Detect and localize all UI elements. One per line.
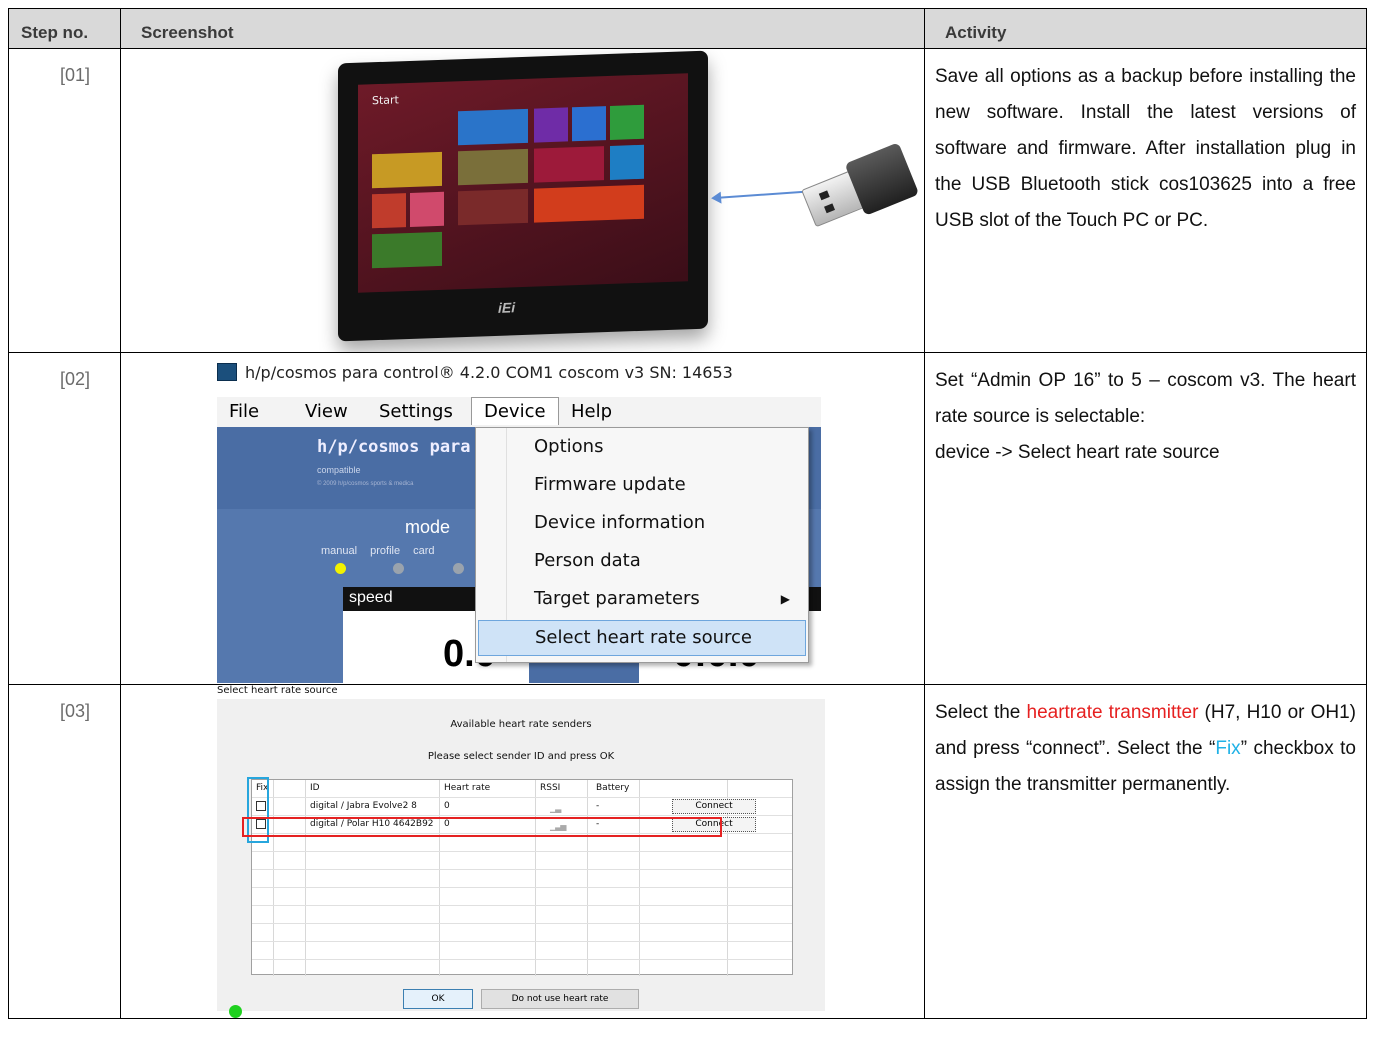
menu-item-person-data[interactable]: Person data	[478, 544, 806, 580]
compatible-label: compatible	[317, 465, 361, 475]
sender-id: digital / Jabra Evolve2 8	[310, 801, 417, 811]
table-row[interactable]: digital / Jabra Evolve2 8 0 ▁▃ - Connect	[252, 798, 792, 816]
menu-device[interactable]: Device	[471, 397, 559, 425]
mode-indicator-active[interactable]	[335, 563, 346, 574]
device-menu: Options Firmware update Device informati…	[475, 427, 809, 663]
dialog-heading: Available heart rate senders	[450, 719, 592, 730]
heart-rate-dialog: Available heart rate senders Please sele…	[217, 699, 825, 1011]
heartrate-transmitter-highlight: heartrate transmitter	[1026, 702, 1199, 723]
sender-grid: Fix ID Heart rate RSSI Battery digital /…	[251, 779, 793, 976]
step-number: [02]	[8, 352, 121, 685]
window-title: h/p/cosmos para control® 4.2.0 COM1 cosc…	[217, 363, 733, 382]
heart-rate-value: 0	[444, 801, 450, 811]
menu-item-options[interactable]: Options	[478, 430, 806, 466]
fix-highlight: Fix	[1215, 738, 1241, 759]
menu-bar: File View Settings Device Help	[217, 397, 821, 427]
brand-logo: iEi	[498, 299, 516, 316]
menu-item-target-parameters[interactable]: Target parameters ▶	[478, 582, 806, 618]
header-screenshot: Screenshot	[120, 8, 925, 49]
window-title-text: h/p/cosmos para control® 4.2.0 COM1 cosc…	[245, 363, 733, 382]
instruction-table: Step no. Screenshot Activity [01] Start	[8, 8, 1367, 1019]
col-id: ID	[310, 783, 320, 793]
connect-button[interactable]: Connect	[672, 799, 756, 814]
activity-text-part: Select the	[935, 702, 1027, 723]
copyright-label: © 2009 h/p/cosmos sports & medica	[317, 481, 414, 487]
app-icon	[217, 363, 237, 381]
table-header-row: Step no. Screenshot Activity	[8, 8, 1367, 49]
arrow-icon	[713, 190, 803, 200]
step-number: [01]	[8, 48, 121, 353]
table-row: [02] h/p/cosmos para control® 4.2.0 COM1…	[8, 352, 1367, 685]
mode-options: manual profile card	[321, 545, 435, 557]
tablet-device: Start iEi	[338, 50, 708, 342]
dialog-title: Select heart rate source	[217, 685, 338, 697]
mode-indicator[interactable]	[393, 563, 404, 574]
start-label: Start	[372, 93, 399, 108]
col-battery: Battery	[596, 783, 630, 793]
header-activity: Activity	[924, 8, 1367, 49]
status-indicator	[229, 1005, 242, 1018]
signal-bars-icon: ▁▃	[550, 804, 561, 813]
menu-file[interactable]: File	[229, 401, 259, 422]
usb-stick-icon	[796, 136, 924, 242]
menu-item-select-heart-rate-source[interactable]: Select heart rate source	[478, 620, 806, 656]
activity-text: Set “Admin OP 16” to 5 – coscom v3. The …	[924, 352, 1367, 685]
activity-text: Select the heartrate transmitter (H7, H1…	[924, 684, 1367, 1019]
battery-value: -	[596, 801, 600, 811]
menu-item-device-information[interactable]: Device information	[478, 506, 806, 542]
menu-help[interactable]: Help	[571, 401, 612, 422]
tablet-image: Start iEi	[335, 50, 924, 352]
activity-line: Set “Admin OP 16” to 5 – coscom v3. The …	[935, 370, 1356, 427]
do-not-use-heart-rate-button[interactable]: Do not use heart rate	[481, 989, 639, 1009]
menu-item-firmware-update[interactable]: Firmware update	[478, 468, 806, 504]
activity-line: device -> Select heart rate source	[935, 442, 1220, 463]
ok-button[interactable]: OK	[403, 989, 473, 1009]
menu-item-label: Target parameters	[534, 588, 700, 609]
app-logo: h/p/cosmos para	[317, 437, 471, 457]
step-number: [03]	[8, 684, 121, 1019]
table-row: [01] Start iEi Save all options as a bac…	[8, 48, 1367, 353]
menu-view[interactable]: View	[305, 401, 348, 422]
submenu-arrow-icon: ▶	[780, 592, 790, 606]
header-step: Step no.	[8, 8, 121, 49]
col-rssi: RSSI	[540, 783, 561, 793]
screenshot-cell: Start iEi	[120, 48, 925, 353]
mode-indicator[interactable]	[453, 563, 464, 574]
polar-row-highlight	[242, 817, 722, 837]
tablet-screen: Start	[358, 73, 688, 293]
grid-header: Fix ID Heart rate RSSI Battery	[252, 780, 792, 798]
col-heart-rate: Heart rate	[444, 783, 491, 793]
table-row: [03] Select heart rate source Available …	[8, 684, 1367, 1019]
dialog-subheading: Please select sender ID and press OK	[427, 751, 615, 762]
screenshot-cell: h/p/cosmos para control® 4.2.0 COM1 cosc…	[120, 352, 925, 685]
menu-settings[interactable]: Settings	[379, 401, 453, 422]
mode-label: mode	[405, 517, 451, 537]
screenshot-cell: Select heart rate source Available heart…	[120, 684, 925, 1019]
activity-text: Save all options as a backup before inst…	[924, 48, 1367, 353]
